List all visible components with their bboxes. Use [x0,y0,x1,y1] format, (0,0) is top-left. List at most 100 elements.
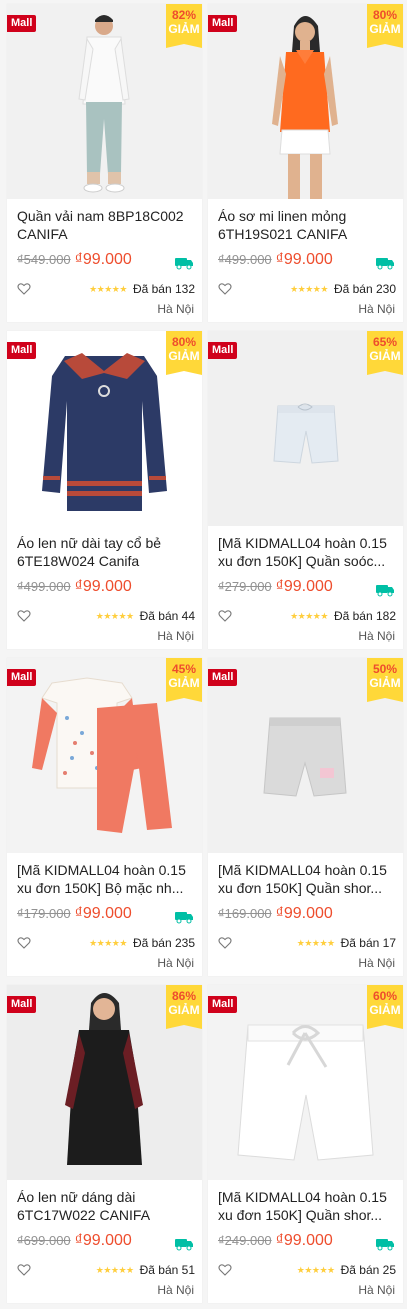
discount-percent: 65% [372,335,398,349]
sale-price: ₫99.000 [275,251,333,268]
product-card[interactable]: Mall 45% GIẢM [Mã KIDMALL04 hoàn 0.15 xu… [7,658,202,976]
location: Hà Nội [157,1283,194,1297]
product-card[interactable]: Mall 80% GIẢM Áo len nữ dài tay cổ bẻ 6T… [7,331,202,649]
product-card[interactable]: Mall 60% GIẢM [Mã KIDMALL04 hoàn 0.15 xu… [208,985,403,1303]
product-meta: ★★★★★ Đã bán 25 [218,1262,396,1278]
free-shipping-icon [375,256,395,270]
original-price: ₫169.000 [218,906,272,921]
discount-percent: 80% [372,8,398,22]
discount-percent: 82% [171,8,197,22]
original-price: ₫699.000 [17,1233,71,1248]
sale-price: ₫99.000 [275,1232,333,1249]
price-row: ₫169.000 ₫99.000 [218,905,396,925]
price-row: ₫249.000 ₫99.000 [218,1232,396,1252]
sold-count: Đã bán 182 [333,609,396,623]
sale-price: ₫99.000 [74,251,132,268]
rating-stars: ★★★★★ [290,283,328,294]
heart-icon[interactable] [218,936,232,950]
discount-label: GIẢM [168,1003,200,1017]
heart-icon[interactable] [17,1263,31,1277]
product-card[interactable]: Mall 86% GIẢM Áo len nữ dáng dài 6TC17W0… [7,985,202,1303]
discount-label: GIẢM [369,676,401,690]
heart-icon[interactable] [218,1263,232,1277]
price-row: ₫279.000 ₫99.000 [218,578,396,598]
product-meta: ★★★★★ Đã bán 44 [17,608,195,624]
sale-price: ₫99.000 [74,1232,132,1249]
free-shipping-icon [375,583,395,597]
discount-badge: 65% GIẢM [367,331,403,375]
rating-stars: ★★★★★ [89,937,127,948]
free-shipping-icon [174,1237,194,1251]
product-card[interactable]: Mall 80% GIẢM Áo sơ mi linen mỏng 6TH19S… [208,4,403,322]
discount-percent: 45% [171,662,197,676]
mall-badge: Mall [7,342,37,359]
location: Hà Nội [157,956,194,970]
discount-label: GIẢM [168,676,200,690]
product-card[interactable]: Mall 50% GIẢM [Mã KIDMALL04 hoàn 0.15 xu… [208,658,403,976]
location: Hà Nội [157,629,194,643]
mall-badge: Mall [208,15,238,32]
discount-label: GIẢM [168,349,200,363]
price-row: ₫549.000 ₫99.000 [17,251,195,271]
product-meta: ★★★★★ Đã bán 230 [218,281,396,297]
location: Hà Nội [358,1283,395,1297]
heart-icon[interactable] [218,282,232,296]
discount-badge: 82% GIẢM [166,4,202,48]
discount-badge: 80% GIẢM [166,331,202,375]
mall-badge: Mall [7,996,37,1013]
product-name[interactable]: Áo len nữ dáng dài 6TC17W022 CANIFA [17,1188,195,1224]
heart-icon[interactable] [17,936,31,950]
rating-stars: ★★★★★ [89,283,127,294]
discount-label: GIẢM [369,349,401,363]
free-shipping-icon [174,910,194,924]
sale-price: ₫99.000 [74,905,132,922]
discount-percent: 50% [372,662,398,676]
free-shipping-icon [375,1237,395,1251]
product-card[interactable]: Mall 65% GIẢM [Mã KIDMALL04 hoàn 0.15 xu… [208,331,403,649]
product-card[interactable]: Mall 82% GIẢM Quần vải nam 8BP18C002 CAN… [7,4,202,322]
discount-percent: 86% [171,989,197,1003]
mall-badge: Mall [7,669,37,686]
product-name[interactable]: [Mã KIDMALL04 hoàn 0.15 xu đơn 150K] Quầ… [218,534,396,570]
product-meta: ★★★★★ Đã bán 132 [17,281,195,297]
price-row: ₫179.000 ₫99.000 [17,905,195,925]
product-name[interactable]: [Mã KIDMALL04 hoàn 0.15 xu đơn 150K] Bộ … [17,861,195,897]
product-name[interactable]: [Mã KIDMALL04 hoàn 0.15 xu đơn 150K] Quầ… [218,861,396,897]
sold-count: Đã bán 51 [139,1263,195,1277]
product-meta: ★★★★★ Đã bán 17 [218,935,396,951]
original-price: ₫499.000 [218,252,272,267]
product-name[interactable]: Áo sơ mi linen mỏng 6TH19S021 CANIFA [218,207,396,243]
heart-icon[interactable] [17,609,31,623]
product-name[interactable]: Quần vải nam 8BP18C002 CANIFA [17,207,195,243]
location: Hà Nội [358,302,395,316]
original-price: ₫179.000 [17,906,71,921]
rating-stars: ★★★★★ [290,610,328,621]
sold-count: Đã bán 17 [340,936,396,950]
discount-percent: 80% [171,335,197,349]
product-grid: Mall 82% GIẢM Quần vải nam 8BP18C002 CAN… [0,0,407,1309]
heart-icon[interactable] [218,609,232,623]
mall-badge: Mall [208,996,238,1013]
discount-badge: 80% GIẢM [367,4,403,48]
discount-label: GIẢM [168,22,200,36]
discount-label: GIẢM [369,22,401,36]
heart-icon[interactable] [17,282,31,296]
sold-count: Đã bán 44 [139,609,195,623]
original-price: ₫499.000 [17,579,71,594]
rating-stars: ★★★★★ [296,1264,335,1275]
product-name[interactable]: Áo len nữ dài tay cổ bẻ 6TE18W024 Canifa [17,534,195,570]
sold-count: Đã bán 132 [132,282,195,296]
mall-badge: Mall [208,342,238,359]
product-name[interactable]: [Mã KIDMALL04 hoàn 0.15 xu đơn 150K] Quầ… [218,1188,396,1224]
price-row: ₫699.000 ₫99.000 [17,1232,195,1252]
product-meta: ★★★★★ Đã bán 51 [17,1262,195,1278]
sold-count: Đã bán 230 [333,282,396,296]
discount-badge: 60% GIẢM [367,985,403,1029]
sale-price: ₫99.000 [275,905,333,922]
location: Hà Nội [157,302,194,316]
rating-stars: ★★★★★ [95,1264,134,1275]
discount-badge: 45% GIẢM [166,658,202,702]
location: Hà Nội [358,956,395,970]
sale-price: ₫99.000 [74,578,132,595]
price-row: ₫499.000 ₫99.000 [218,251,396,271]
